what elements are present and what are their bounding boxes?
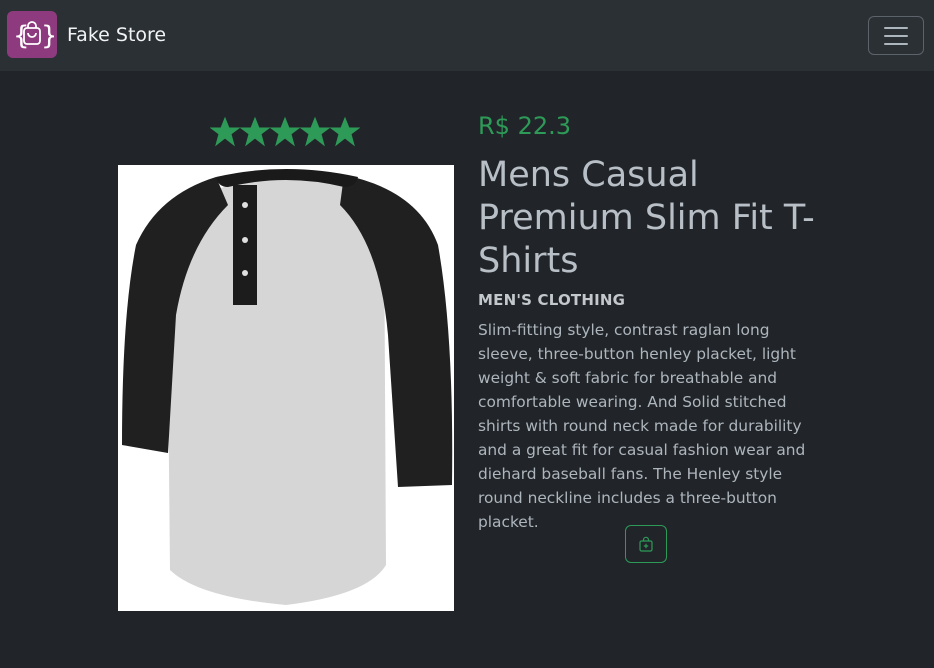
navbar: { } Fake Store — [0, 0, 934, 71]
product-image — [118, 165, 454, 611]
svg-text:{: { — [13, 21, 30, 51]
add-to-cart-button[interactable] — [625, 525, 667, 563]
product-description: Slim-fitting style, contrast raglan long… — [478, 321, 806, 531]
star-icon — [270, 117, 300, 147]
product-category: MEN'S CLOTHING — [478, 291, 626, 309]
product-title: Mens Casual Premium Slim Fit T-Shirts — [478, 155, 815, 281]
hamburger-icon — [884, 26, 908, 29]
star-icon — [240, 117, 270, 147]
brand-link[interactable]: { } Fake Store — [7, 11, 166, 58]
product-price: R$ 22.3 — [478, 112, 572, 140]
navbar-toggler-button[interactable] — [868, 16, 924, 55]
brand-name: Fake Store — [67, 23, 167, 46]
add-to-cart-bag-icon — [639, 536, 653, 552]
star-icon — [210, 117, 240, 147]
rating-stars — [210, 117, 362, 149]
svg-text:}: } — [41, 21, 54, 51]
star-icon — [300, 117, 330, 147]
star-icon — [330, 117, 360, 147]
shopping-bag-braces-icon: { } — [7, 11, 57, 58]
shirt-illustration — [122, 169, 453, 605]
